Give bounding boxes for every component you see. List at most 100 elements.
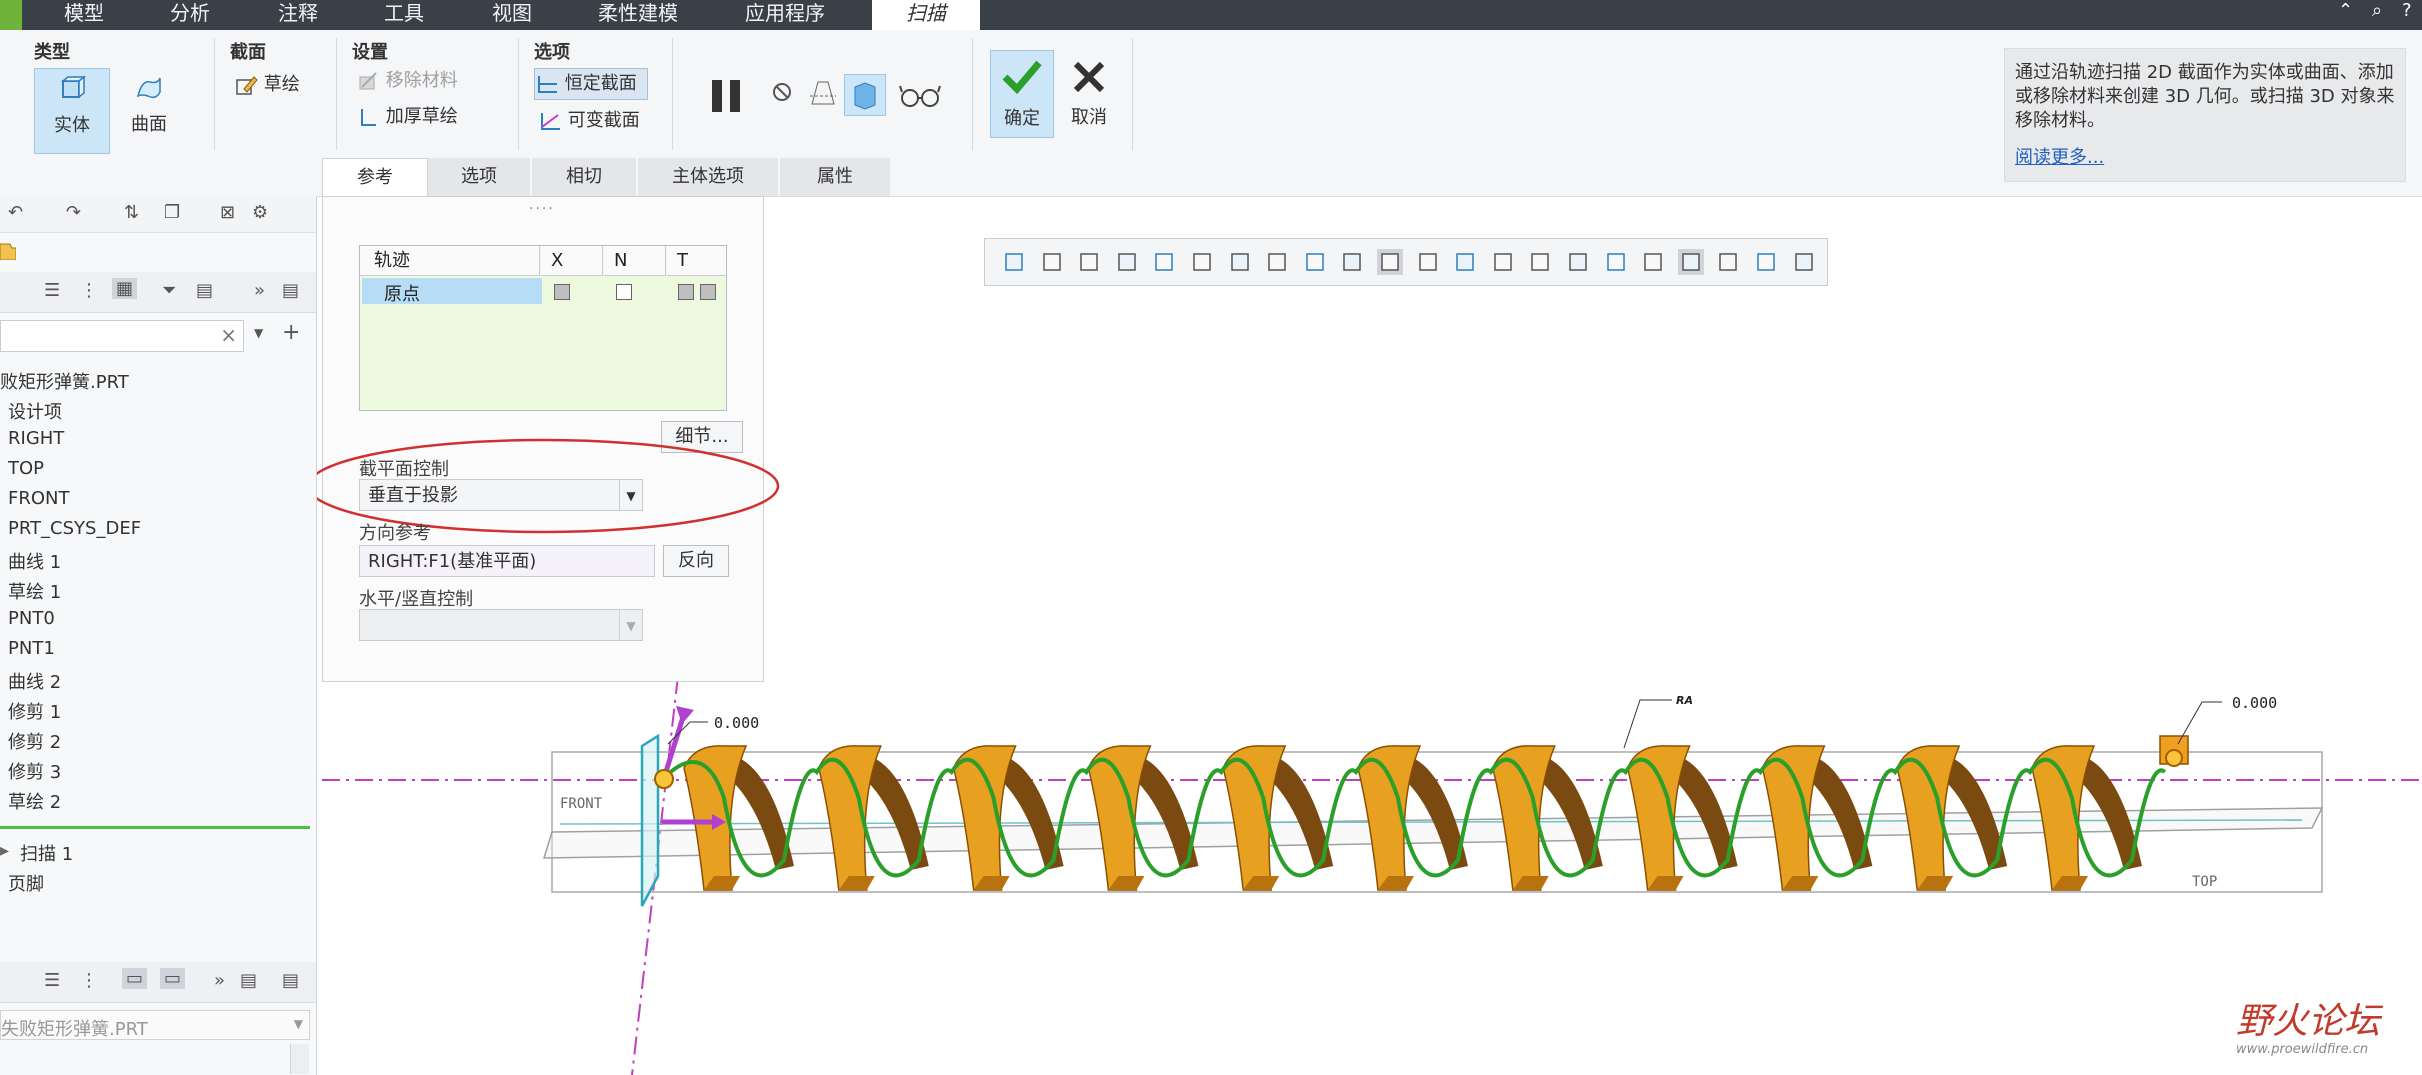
point-tags-icon[interactable] bbox=[1603, 249, 1629, 275]
settings-tree-icon[interactable]: ▤ bbox=[196, 280, 213, 301]
refit-icon[interactable] bbox=[1001, 249, 1027, 275]
menu-view[interactable]: 视图 bbox=[492, 0, 532, 30]
menu-flexible-modeling[interactable]: 柔性建模 bbox=[598, 0, 678, 30]
constant-section-button[interactable]: 恒定截面 bbox=[534, 68, 648, 100]
tree-root-item[interactable]: 败矩形弹簧.PRT bbox=[0, 368, 129, 394]
datum-axes-icon[interactable] bbox=[1415, 249, 1441, 275]
tree-item[interactable]: 草绘 1 bbox=[8, 578, 61, 604]
tree-item[interactable]: RIGHT bbox=[8, 428, 64, 449]
collapse-ribbon-icon[interactable]: ⌃ bbox=[2338, 2, 2353, 20]
close-icon[interactable] bbox=[1791, 249, 1817, 275]
list-icon[interactable]: ☰ bbox=[44, 970, 60, 991]
tree-item[interactable]: 修剪 2 bbox=[8, 728, 61, 754]
tree-options-icon[interactable]: ▤ bbox=[282, 280, 299, 301]
tree-item[interactable]: 设计项 bbox=[8, 398, 62, 424]
tab-options[interactable]: 选项 bbox=[428, 158, 530, 196]
add-icon[interactable]: + bbox=[282, 320, 300, 345]
datum-points-icon[interactable] bbox=[1452, 249, 1478, 275]
layer-settings-icon[interactable]: ▭ bbox=[160, 968, 186, 989]
gear-icon[interactable]: ⚙ bbox=[252, 202, 268, 223]
tree-item[interactable]: 修剪 1 bbox=[8, 698, 61, 724]
tab-tangency[interactable]: 相切 bbox=[532, 158, 636, 196]
annotation-display-icon[interactable] bbox=[1339, 249, 1365, 275]
tree-item[interactable]: PNT0 bbox=[8, 608, 55, 629]
flip-button[interactable]: 反向 bbox=[663, 545, 729, 577]
zoom-in-icon[interactable] bbox=[1039, 249, 1065, 275]
csys-icon[interactable] bbox=[1490, 249, 1516, 275]
help-icon[interactable]: ? bbox=[2402, 2, 2412, 20]
panel-grip-icon[interactable]: ···· bbox=[529, 201, 555, 217]
dim-right[interactable]: 0.000 bbox=[2232, 694, 2277, 712]
csys-tags-icon[interactable] bbox=[1640, 249, 1666, 275]
tree-item[interactable]: FRONT bbox=[8, 488, 70, 509]
t-checkbox-1[interactable] bbox=[678, 284, 694, 300]
display-style-icon[interactable] bbox=[1189, 249, 1215, 275]
preview-geometry-icon[interactable] bbox=[806, 76, 840, 110]
tree-item-sweep[interactable]: 扫描 1 bbox=[20, 840, 73, 866]
triangle-icon[interactable] bbox=[1715, 249, 1741, 275]
thicken-sketch-button[interactable]: 加厚草绘 bbox=[356, 102, 458, 132]
tree-search-input[interactable]: × bbox=[0, 320, 244, 352]
x-checkbox[interactable] bbox=[554, 284, 570, 300]
filter-icon[interactable]: ⏷ bbox=[162, 280, 176, 301]
direction-ref-field[interactable]: RIGHT:F1(基准平面) bbox=[359, 545, 655, 577]
spin-center-icon[interactable] bbox=[1302, 249, 1328, 275]
redo-icon[interactable]: ↷ bbox=[66, 202, 81, 223]
n-checkbox[interactable] bbox=[616, 284, 632, 300]
tree-item[interactable]: PRT_CSYS_DEF bbox=[8, 518, 141, 539]
menu-sweep-tab[interactable]: 扫描 bbox=[872, 0, 980, 30]
list-icon[interactable]: ☰ bbox=[44, 280, 60, 301]
more-icon[interactable]: » bbox=[254, 280, 265, 301]
plane-tags-icon[interactable] bbox=[1527, 249, 1553, 275]
tree-item[interactable]: 修剪 3 bbox=[8, 758, 61, 784]
perspective-icon[interactable] bbox=[1264, 249, 1290, 275]
search-icon[interactable]: ⌕ bbox=[2372, 2, 2382, 20]
end-point-handle[interactable] bbox=[2165, 749, 2183, 767]
pause-icon[interactable] bbox=[1753, 249, 1779, 275]
menu-analysis[interactable]: 分析 bbox=[170, 0, 210, 30]
named-view-icon[interactable] bbox=[1151, 249, 1177, 275]
scrollbar[interactable] bbox=[290, 1044, 309, 1074]
layer-options-icon[interactable]: ▤ bbox=[240, 970, 257, 991]
search-dropdown-icon[interactable]: ▼ bbox=[254, 326, 263, 340]
repaint-icon[interactable] bbox=[1114, 249, 1140, 275]
axis-tags-icon[interactable] bbox=[1565, 249, 1591, 275]
menu-applications[interactable]: 应用程序 bbox=[745, 0, 825, 30]
tab-references[interactable]: 参考 bbox=[322, 158, 428, 197]
remove-material-button[interactable]: 移除材料 bbox=[356, 66, 458, 96]
clear-icon[interactable]: × bbox=[220, 323, 237, 347]
layers-icon[interactable]: ▭ bbox=[122, 968, 148, 989]
tree-item-footer[interactable]: 页脚 bbox=[8, 870, 44, 896]
layer-model-dropdown[interactable]: 失败矩形弹簧.PRT ▼ bbox=[0, 1010, 310, 1040]
dim-left[interactable]: 0.000 bbox=[714, 714, 759, 732]
layer-props-icon[interactable]: ▤ bbox=[282, 970, 299, 991]
columns-icon[interactable]: ▦ bbox=[112, 278, 138, 299]
tree-item[interactable]: TOP bbox=[8, 458, 44, 479]
surface-button[interactable]: 曲面 bbox=[112, 68, 186, 152]
window-icon[interactable]: ❐ bbox=[164, 202, 180, 223]
tree-icon[interactable]: ⋮ bbox=[80, 970, 98, 991]
menu-model[interactable]: 模型 bbox=[64, 0, 104, 30]
spin-icon[interactable] bbox=[1677, 249, 1704, 275]
no-preview-icon[interactable] bbox=[770, 80, 794, 104]
pause-icon[interactable] bbox=[708, 76, 748, 116]
datum-planes-icon[interactable] bbox=[1377, 249, 1403, 275]
close-window-icon[interactable]: ⊠ bbox=[220, 202, 235, 223]
hv-control-dropdown[interactable]: ▼ bbox=[359, 609, 643, 641]
tree-item[interactable]: PNT1 bbox=[8, 638, 55, 659]
solid-button[interactable]: 实体 bbox=[34, 68, 110, 154]
tree-icon[interactable]: ⋮ bbox=[80, 280, 98, 301]
zoom-out-icon[interactable] bbox=[1076, 249, 1102, 275]
expand-icon[interactable]: ▸ bbox=[0, 840, 9, 861]
tree-item[interactable]: 曲线 2 bbox=[8, 668, 61, 694]
sketch-button[interactable]: 草绘 bbox=[234, 70, 300, 100]
verify-mode-button[interactable] bbox=[844, 74, 886, 116]
menu-annotate[interactable]: 注释 bbox=[278, 0, 318, 30]
insert-here-indicator[interactable] bbox=[0, 826, 310, 829]
start-point-handle[interactable] bbox=[654, 769, 674, 789]
glasses-icon[interactable] bbox=[898, 78, 942, 112]
tree-item[interactable]: 草绘 2 bbox=[8, 788, 61, 814]
file-menu-button[interactable] bbox=[0, 0, 22, 30]
t-checkbox-2[interactable] bbox=[700, 284, 716, 300]
tab-body-options[interactable]: 主体选项 bbox=[638, 158, 778, 196]
